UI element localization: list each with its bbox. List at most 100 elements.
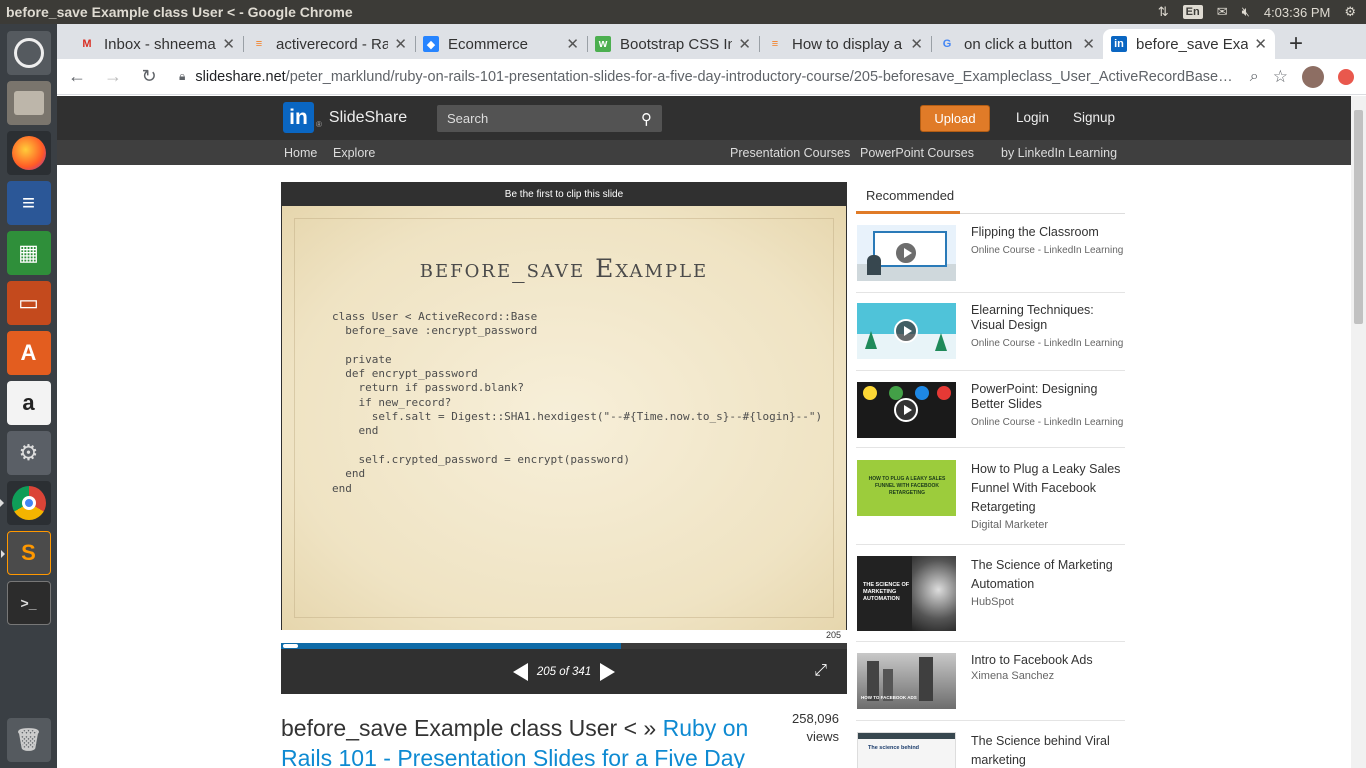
slide-thumbnail[interactable]: The science behind bbox=[857, 732, 956, 768]
views-count: 258,096 views bbox=[792, 711, 839, 744]
volume-muted-icon[interactable]: 🔇︎ bbox=[1242, 4, 1250, 20]
upload-button[interactable]: Upload bbox=[920, 105, 990, 132]
url-path: /peter_marklund/ruby-on-rails-101-presen… bbox=[285, 68, 1233, 85]
page-scrollbar[interactable] bbox=[1351, 96, 1366, 768]
nav-explore[interactable]: Explore bbox=[333, 146, 375, 160]
slide-thumbnail[interactable]: HOW TO FACEBOOK ADS bbox=[857, 653, 956, 709]
clock[interactable]: 4:03:36 PM bbox=[1264, 5, 1331, 20]
search-icon[interactable]: ⚲ bbox=[641, 110, 652, 128]
impress-icon[interactable]: ▭ bbox=[6, 281, 51, 325]
terminal-icon[interactable]: >_ bbox=[6, 581, 51, 625]
keyboard-layout-indicator[interactable]: En bbox=[1182, 5, 1203, 19]
browser-tab-strip: M Inbox - shneema ✕ ≡ activerecord - Ra … bbox=[57, 24, 1366, 59]
tab-before-save[interactable]: in before_save Exa ✕ bbox=[1103, 29, 1275, 59]
writer-icon[interactable]: ≡ bbox=[6, 181, 51, 225]
slide-image[interactable]: before_save Example class User < ActiveR… bbox=[282, 206, 846, 630]
slide-controls: 205 of 341 ⤢ bbox=[281, 649, 847, 694]
tab-on-click[interactable]: G on click a button ✕ bbox=[931, 29, 1103, 59]
course-thumbnail[interactable] bbox=[857, 303, 956, 359]
calc-icon[interactable]: ▦ bbox=[6, 231, 51, 275]
gmail-icon: M bbox=[82, 38, 92, 50]
slide-title: before_save Example bbox=[419, 254, 709, 283]
tab-gmail[interactable]: M Inbox - shneema ✕ bbox=[71, 29, 243, 59]
bookmark-star-icon[interactable]: ☆ bbox=[1273, 67, 1288, 87]
recommended-item[interactable]: THE SCIENCE OF MARKETING AUTOMATION The … bbox=[856, 556, 1125, 642]
extension-icon[interactable] bbox=[1338, 68, 1354, 85]
close-icon[interactable]: ✕ bbox=[222, 35, 235, 53]
slide-number: 205 bbox=[825, 630, 841, 640]
browser-toolbar: ← → ↻ 🔒︎ slideshare.net/peter_marklund/r… bbox=[57, 59, 1366, 95]
network-transfer-icon[interactable]: ⇅ bbox=[1158, 4, 1169, 20]
course-thumbnail[interactable] bbox=[857, 382, 956, 438]
next-slide-icon[interactable] bbox=[600, 662, 616, 681]
close-icon[interactable]: ✕ bbox=[394, 35, 407, 53]
forward-arrow-icon[interactable]: → bbox=[97, 61, 129, 93]
close-icon[interactable]: ✕ bbox=[910, 35, 923, 53]
trash-icon[interactable]: 🗑︎ bbox=[6, 718, 51, 762]
stackoverflow-icon: ≡ bbox=[771, 38, 779, 50]
progress-knob[interactable] bbox=[283, 644, 298, 648]
play-icon bbox=[894, 241, 918, 265]
signup-link[interactable]: Signup bbox=[1073, 110, 1115, 125]
search-input[interactable]: Search ⚲ bbox=[437, 105, 662, 132]
recommended-tab[interactable]: Recommended bbox=[856, 182, 960, 214]
ubuntu-dash-icon[interactable] bbox=[6, 31, 51, 75]
recommended-item[interactable]: Elearning Techniques: Visual Design Onli… bbox=[856, 303, 1125, 371]
slideshare-header: in ® SlideShare Search ⚲ Upload Login Si… bbox=[57, 96, 1351, 140]
power-gear-icon[interactable]: ⚙ bbox=[1344, 4, 1356, 20]
os-top-panel: before_save Example class User < - Googl… bbox=[0, 0, 1366, 24]
new-tab-button[interactable]: + bbox=[1281, 29, 1311, 59]
play-icon bbox=[894, 398, 918, 422]
close-icon[interactable]: ✕ bbox=[738, 35, 751, 53]
slideshare-logo[interactable]: in ® SlideShare bbox=[283, 102, 407, 133]
login-link[interactable]: Login bbox=[1016, 110, 1049, 125]
linkedin-logo-icon: in bbox=[283, 102, 314, 133]
files-icon[interactable] bbox=[6, 81, 51, 125]
profile-avatar[interactable] bbox=[1302, 65, 1324, 88]
chrome-icon[interactable] bbox=[0, 481, 51, 525]
recommended-item[interactable]: Flipping the Classroom Online Course - L… bbox=[856, 225, 1125, 293]
linkedin-icon: in bbox=[1111, 36, 1127, 52]
course-thumbnail[interactable] bbox=[857, 225, 956, 281]
w3schools-icon: w bbox=[595, 36, 611, 52]
scrollbar-thumb[interactable] bbox=[1354, 110, 1363, 324]
url-host: slideshare.net bbox=[195, 68, 286, 85]
recommended-item[interactable]: PowerPoint: Designing Better Slides Onli… bbox=[856, 382, 1125, 448]
recommended-item[interactable]: HOW TO FACEBOOK ADS Intro to Facebook Ad… bbox=[856, 653, 1125, 721]
recommended-item[interactable]: HOW TO PLUG A LEAKY SALES FUNNEL WITH FA… bbox=[856, 460, 1125, 545]
system-tray: ⇅ En ✉ 🔇︎ 4:03:36 PM ⚙ bbox=[1158, 4, 1366, 20]
nav-presentation-courses[interactable]: Presentation Courses bbox=[730, 146, 850, 160]
slide-thumbnail[interactable]: THE SCIENCE OF MARKETING AUTOMATION bbox=[857, 556, 956, 631]
back-arrow-icon[interactable]: ← bbox=[61, 61, 93, 93]
previous-slide-icon[interactable] bbox=[512, 662, 528, 681]
play-icon bbox=[894, 319, 918, 343]
jira-icon: ◆ bbox=[423, 36, 439, 52]
zoom-icon[interactable]: ⌕ bbox=[1250, 68, 1259, 86]
tab-ecommerce[interactable]: ◆ Ecommerce ✕ bbox=[415, 29, 587, 59]
tab-activerecord[interactable]: ≡ activerecord - Ra ✕ bbox=[243, 29, 415, 59]
close-icon[interactable]: ✕ bbox=[1082, 35, 1095, 53]
close-icon[interactable]: ✕ bbox=[566, 35, 579, 53]
software-center-icon[interactable]: A bbox=[6, 331, 51, 375]
reload-icon[interactable]: ↻ bbox=[133, 61, 165, 93]
nav-powerpoint-courses[interactable]: PowerPoint Courses bbox=[860, 146, 974, 160]
nav-linkedin-learning[interactable]: by LinkedIn Learning bbox=[1001, 146, 1117, 160]
nav-home[interactable]: Home bbox=[284, 146, 317, 160]
deck-title: before_save Example class User < » Ruby … bbox=[281, 713, 751, 768]
settings-icon[interactable]: ⚙ bbox=[6, 431, 51, 475]
recommended-item[interactable]: The science behind The Science behind Vi… bbox=[856, 732, 1125, 768]
web-page: in ® SlideShare Search ⚲ Upload Login Si… bbox=[57, 96, 1351, 768]
clip-slide-link[interactable]: Be the first to clip this slide bbox=[281, 182, 847, 206]
sublime-text-icon[interactable]: S bbox=[0, 531, 51, 575]
address-bar[interactable]: 🔒︎ slideshare.net/peter_marklund/ruby-on… bbox=[171, 62, 1244, 92]
firefox-icon[interactable] bbox=[6, 131, 51, 175]
slide-thumbnail[interactable]: HOW TO PLUG A LEAKY SALES FUNNEL WITH FA… bbox=[857, 460, 956, 516]
mail-icon[interactable]: ✉ bbox=[1217, 4, 1228, 20]
fullscreen-icon[interactable]: ⤢ bbox=[814, 662, 827, 680]
tab-bootstrap[interactable]: w Bootstrap CSS In ✕ bbox=[587, 29, 759, 59]
close-icon[interactable]: ✕ bbox=[1254, 35, 1267, 53]
stackoverflow-icon: ≡ bbox=[255, 38, 263, 50]
lock-icon[interactable]: 🔒︎ bbox=[179, 69, 185, 84]
tab-how-to-display[interactable]: ≡ How to display a ✕ bbox=[759, 29, 931, 59]
amazon-icon[interactable]: a bbox=[6, 381, 51, 425]
